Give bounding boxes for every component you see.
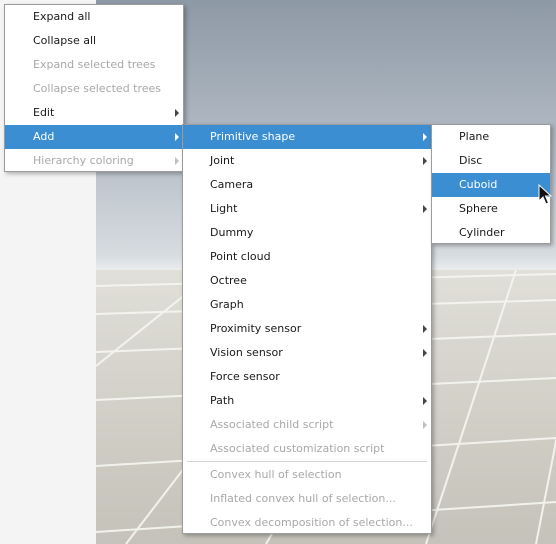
- menu-item-dummy[interactable]: Dummy: [183, 221, 431, 245]
- menu-item-collapse-selected-trees: Collapse selected trees: [5, 77, 183, 101]
- menu-item-label: Associated customization script: [210, 442, 385, 455]
- primitive-shape-submenu: Plane Disc Cuboid Sphere Cylinder: [431, 124, 551, 244]
- mouse-pointer-icon: [538, 184, 552, 205]
- menu-item-label: Vision sensor: [210, 346, 283, 359]
- menu-item-force-sensor[interactable]: Force sensor: [183, 365, 431, 389]
- menu-item-label: Dummy: [210, 226, 254, 239]
- menu-item-proximity-sensor[interactable]: Proximity sensor: [183, 317, 431, 341]
- menu-item-label: Hierarchy coloring: [33, 154, 134, 167]
- add-submenu: Primitive shape Joint Camera Light Dummy…: [182, 124, 432, 534]
- menu-item-label: Plane: [459, 130, 490, 143]
- chevron-right-icon: [175, 109, 179, 117]
- menu-item-octree[interactable]: Octree: [183, 269, 431, 293]
- menu-item-label: Point cloud: [210, 250, 271, 263]
- menu-item-convex-decomposition: Convex decomposition of selection...: [183, 511, 431, 535]
- menu-item-inflated-convex-hull: Inflated convex hull of selection...: [183, 487, 431, 511]
- menu-item-associated-customization-script: Associated customization script: [183, 437, 431, 461]
- menu-item-disc[interactable]: Disc: [432, 149, 550, 173]
- menu-item-label: Disc: [459, 154, 483, 167]
- menu-item-edit[interactable]: Edit: [5, 101, 183, 125]
- menu-item-vision-sensor[interactable]: Vision sensor: [183, 341, 431, 365]
- chevron-right-icon: [423, 133, 427, 141]
- menu-item-expand-all[interactable]: Expand all: [5, 5, 183, 29]
- menu-item-joint[interactable]: Joint: [183, 149, 431, 173]
- menu-item-convex-hull: Convex hull of selection: [183, 463, 431, 487]
- menu-item-label: Collapse all: [33, 34, 97, 47]
- menu-item-label: Edit: [33, 106, 55, 119]
- menu-item-point-cloud[interactable]: Point cloud: [183, 245, 431, 269]
- menu-item-label: Cylinder: [459, 226, 505, 239]
- menu-item-associated-child-script: Associated child script: [183, 413, 431, 437]
- menu-item-plane[interactable]: Plane: [432, 125, 550, 149]
- chevron-right-icon: [175, 133, 179, 141]
- menu-item-hierarchy-coloring: Hierarchy coloring: [5, 149, 183, 173]
- chevron-right-icon: [423, 349, 427, 357]
- menu-item-label: Camera: [210, 178, 254, 191]
- menu-item-collapse-all[interactable]: Collapse all: [5, 29, 183, 53]
- menu-item-label: Expand selected trees: [33, 58, 156, 71]
- menu-item-label: Joint: [210, 154, 235, 167]
- chevron-right-icon: [423, 205, 427, 213]
- chevron-right-icon: [423, 421, 427, 429]
- menu-item-cylinder[interactable]: Cylinder: [432, 221, 550, 245]
- menu-item-cuboid[interactable]: Cuboid: [432, 173, 550, 197]
- menu-item-label: Path: [210, 394, 235, 407]
- menu-item-camera[interactable]: Camera: [183, 173, 431, 197]
- chevron-right-icon: [423, 397, 427, 405]
- menu-item-graph[interactable]: Graph: [183, 293, 431, 317]
- chevron-right-icon: [423, 325, 427, 333]
- menu-item-label: Force sensor: [210, 370, 280, 383]
- menu-item-label: Convex decomposition of selection...: [210, 516, 413, 529]
- menu-item-primitive-shape[interactable]: Primitive shape: [183, 125, 431, 149]
- menu-item-light[interactable]: Light: [183, 197, 431, 221]
- chevron-right-icon: [175, 157, 179, 165]
- menu-item-add[interactable]: Add: [5, 125, 183, 149]
- hierarchy-context-menu: Expand all Collapse all Expand selected …: [4, 4, 184, 172]
- menu-item-label: Add: [33, 130, 55, 143]
- menu-item-label: Proximity sensor: [210, 322, 302, 335]
- menu-item-label: Light: [210, 202, 238, 215]
- menu-item-path[interactable]: Path: [183, 389, 431, 413]
- menu-item-label: Cuboid: [459, 178, 498, 191]
- menu-item-label: Convex hull of selection: [210, 468, 342, 481]
- menu-item-label: Inflated convex hull of selection...: [210, 492, 396, 505]
- menu-item-sphere[interactable]: Sphere: [432, 197, 550, 221]
- menu-item-label: Octree: [210, 274, 247, 287]
- menu-item-label: Expand all: [33, 10, 91, 23]
- menu-item-label: Primitive shape: [210, 130, 296, 143]
- menu-separator: [187, 461, 427, 462]
- menu-item-label: Sphere: [459, 202, 498, 215]
- menu-item-label: Collapse selected trees: [33, 82, 162, 95]
- menu-item-label: Graph: [210, 298, 244, 311]
- menu-item-expand-selected-trees: Expand selected trees: [5, 53, 183, 77]
- menu-item-label: Associated child script: [210, 418, 334, 431]
- chevron-right-icon: [423, 157, 427, 165]
